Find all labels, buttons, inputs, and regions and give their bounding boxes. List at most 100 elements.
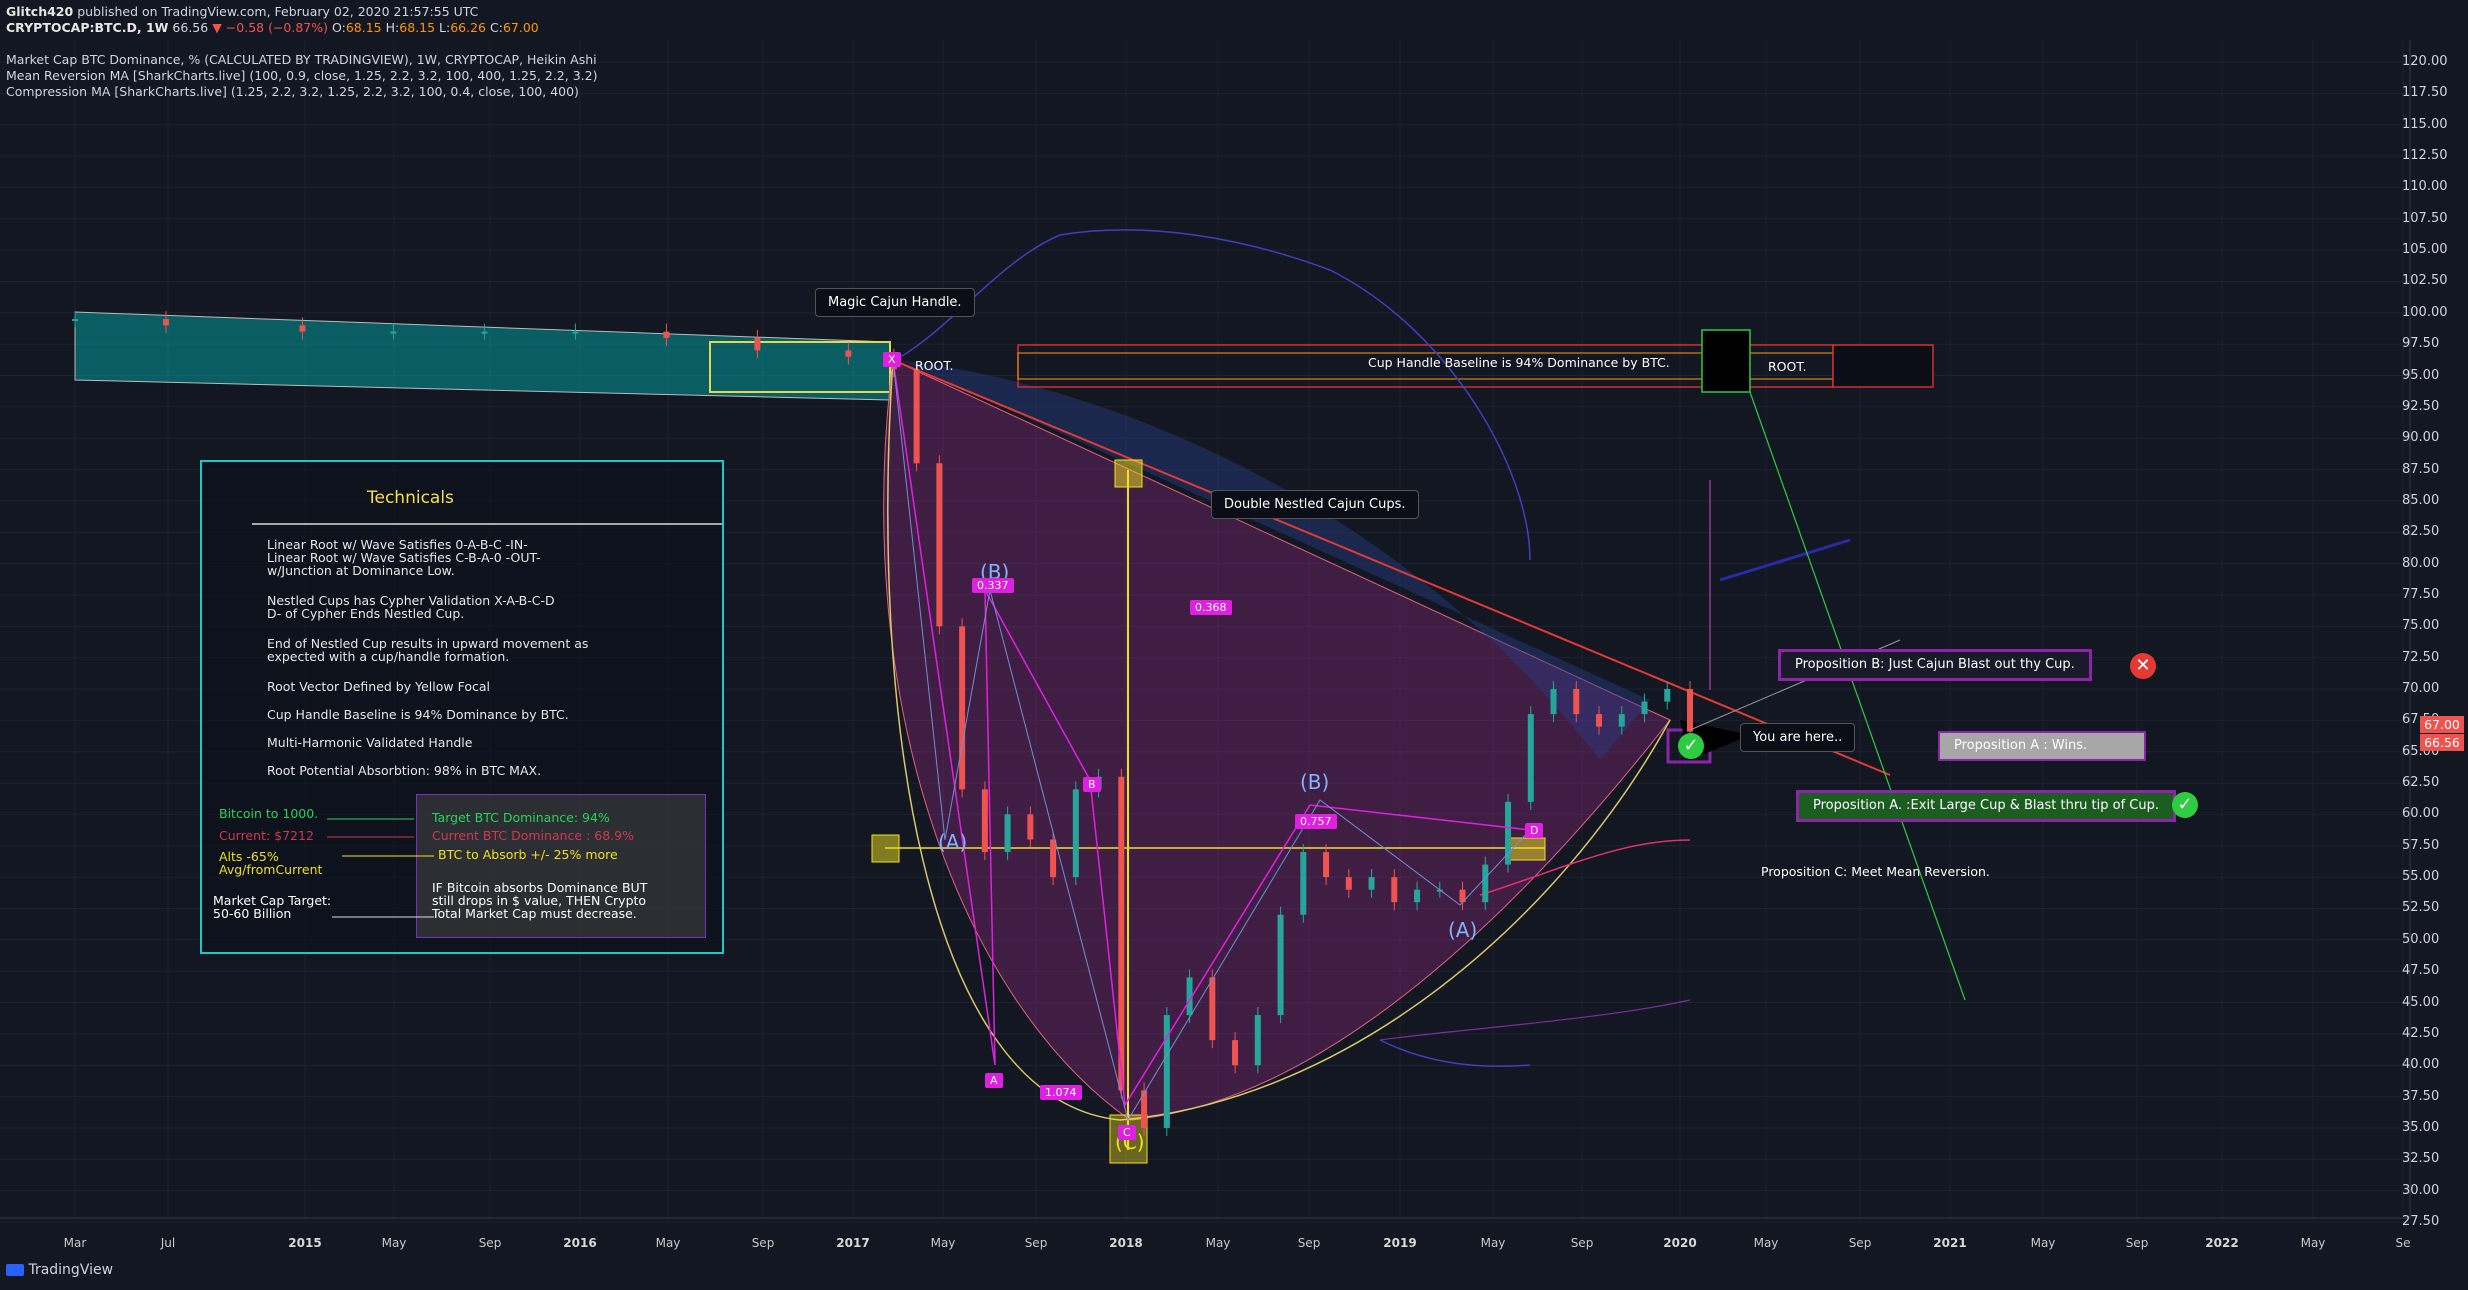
price-tick-label: 105.00 — [2402, 242, 2448, 258]
proposition-c[interactable]: Proposition C: Meet Mean Reversion. — [1761, 864, 1990, 879]
candle-body — [572, 331, 579, 334]
candle-body — [1323, 852, 1330, 878]
time-tick-label: Sep — [1570, 1236, 1594, 1250]
candle-body — [1391, 877, 1398, 903]
price-tick-label: 45.00 — [2402, 994, 2440, 1010]
ratio-label-1: 0.337 — [972, 578, 1014, 593]
callout-magic-handle[interactable]: Magic Cajun Handle. — [815, 288, 975, 317]
price-tick-label: 115.00 — [2402, 116, 2448, 132]
candle-body — [1254, 1015, 1261, 1066]
proposition-b[interactable]: Proposition B: Just Cajun Blast out thy … — [1778, 649, 2092, 681]
tradingview-logo[interactable]: TradingView — [6, 1262, 113, 1278]
candle-body — [1641, 701, 1648, 715]
price-tick-label: 80.00 — [2402, 555, 2440, 571]
time-tick-label: 2018 — [1109, 1236, 1143, 1250]
handle-band — [74, 311, 891, 401]
close-label: C: — [490, 20, 503, 35]
price-tick-label: 72.50 — [2402, 649, 2440, 665]
price-tick-label: 95.00 — [2402, 367, 2440, 383]
author-name[interactable]: Glitch420 — [6, 4, 73, 19]
time-tick-label: Se — [2395, 1236, 2411, 1250]
time-tick-label: 2017 — [836, 1236, 870, 1250]
candle-body — [390, 331, 397, 334]
ratio-label-3: 0.757 — [1295, 814, 1337, 829]
time-tick-label: 2015 — [288, 1236, 322, 1250]
time-tick-label: Sep — [1024, 1236, 1048, 1250]
point-c: C — [1118, 1125, 1136, 1140]
price-tick-label: 75.00 — [2402, 618, 2440, 634]
time-tick-label: Sep — [2125, 1236, 2149, 1250]
current-price-tag: 67.00 — [2420, 716, 2464, 733]
focal-box-right — [1507, 837, 1546, 861]
price-tick-label: 82.50 — [2402, 524, 2440, 540]
candle-body — [1163, 1015, 1170, 1128]
technicals-panel: Technicals Linear Root w/ Wave Satisfies… — [200, 460, 724, 954]
time-tick-label: May — [655, 1236, 681, 1250]
price-tick-label: 60.00 — [2402, 806, 2440, 822]
proposition-a-wins[interactable]: Proposition A : Wins. — [1938, 731, 2146, 761]
proposition-a[interactable]: Proposition A. :Exit Large Cup & Blast t… — [1796, 790, 2176, 822]
time-tick-label: Jul — [160, 1236, 176, 1250]
last-price-tag: 66.56 — [2420, 734, 2464, 751]
candle-body — [845, 350, 852, 357]
price-tick-label: 70.00 — [2402, 681, 2440, 697]
price-tick-label: 85.00 — [2402, 492, 2440, 508]
callout-double-cups[interactable]: Double Nestled Cajun Cups. — [1211, 490, 1419, 519]
candle-body — [1072, 789, 1079, 878]
time-tick-label: 2019 — [1383, 1236, 1417, 1250]
time-tick-label: Mar — [63, 1236, 87, 1250]
time-tick-label: May — [381, 1236, 407, 1250]
high-value: 68.15 — [399, 20, 436, 35]
baseline-label: Cup Handle Baseline is 94% Dominance by … — [1368, 355, 1670, 370]
candle-body — [1300, 852, 1307, 915]
candle-body — [72, 319, 78, 322]
symbol[interactable]: CRYPTOCAP:BTC.D, 1W — [6, 20, 168, 35]
high-label: H: — [385, 20, 400, 35]
price-tick-label: 57.50 — [2402, 837, 2440, 853]
candle-body — [981, 789, 988, 853]
open-label: O: — [332, 20, 346, 35]
time-tick-label: May — [1480, 1236, 1506, 1250]
target-box — [1701, 329, 1751, 393]
candle-body — [1573, 689, 1580, 715]
technicals-arrows — [252, 523, 722, 918]
point-x: X — [883, 352, 901, 367]
candle-body — [1596, 714, 1603, 727]
root-label-right: ROOT. — [1768, 359, 1807, 374]
price-tick-label: 27.50 — [2402, 1214, 2440, 1229]
candle-body — [959, 626, 966, 790]
price-tick-label: 42.50 — [2402, 1025, 2440, 1041]
publish-line: Glitch420 published on TradingView.com, … — [6, 4, 478, 20]
candle-body — [936, 463, 943, 627]
price-tick-label: 47.50 — [2402, 963, 2440, 979]
here-check-icon: ✓ — [1678, 733, 1704, 759]
price-tick-label: 87.50 — [2402, 461, 2440, 477]
candle-body — [1232, 1040, 1239, 1066]
price-tick-label: 112.50 — [2402, 148, 2448, 164]
price-tick-label: 52.50 — [2402, 900, 2440, 916]
time-tick-label: May — [1753, 1236, 1779, 1250]
price-tick-label: 32.50 — [2402, 1151, 2440, 1167]
time-tick-label: May — [1205, 1236, 1231, 1250]
candle-body — [162, 319, 169, 326]
tradingview-icon — [6, 1264, 24, 1276]
candle-body — [1664, 689, 1671, 702]
time-tick-label: Sep — [1848, 1236, 1872, 1250]
open-value: 68.15 — [345, 20, 382, 35]
chart-title[interactable]: Market Cap BTC Dominance, % (CALCULATED … — [6, 52, 597, 68]
price-tick-label: 102.50 — [2402, 273, 2448, 289]
candle-body — [1027, 814, 1034, 840]
time-tick-label: 2021 — [1933, 1236, 1967, 1250]
point-b: B — [1083, 777, 1101, 792]
candle-body — [299, 325, 306, 332]
indicator-compression[interactable]: Compression MA [SharkCharts.live] (1.25,… — [6, 84, 579, 100]
ratio-label-2: 0.368 — [1190, 600, 1232, 615]
callout-you-are-here[interactable]: You are here.. — [1740, 723, 1856, 752]
indicator-mean-reversion[interactable]: Mean Reversion MA [SharkCharts.live] (10… — [6, 68, 597, 84]
price-tick-label: 117.50 — [2402, 85, 2448, 101]
price-tick-label: 30.00 — [2402, 1182, 2440, 1198]
candle-body — [1209, 977, 1216, 1041]
candle-body — [1277, 914, 1284, 1016]
price-tick-label: 62.50 — [2402, 775, 2440, 791]
price-tick-label: 92.50 — [2402, 398, 2440, 414]
